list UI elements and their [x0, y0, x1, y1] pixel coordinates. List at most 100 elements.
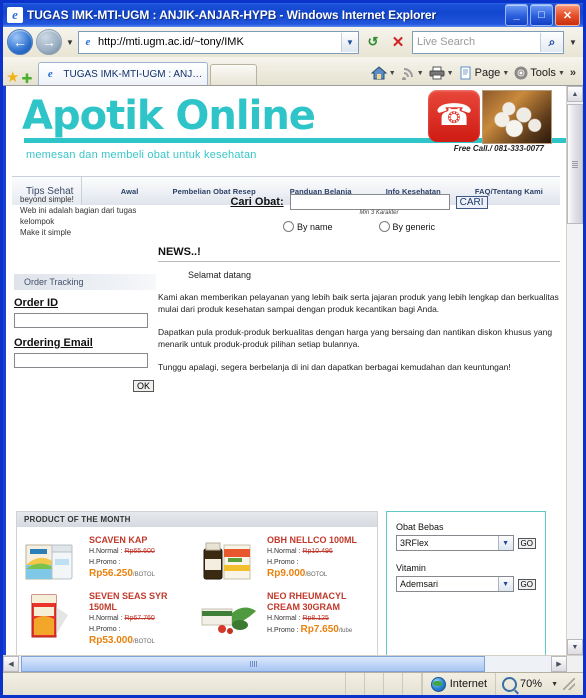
page-label: Page	[474, 67, 501, 79]
search-hint: Min 3 Karakter	[359, 210, 399, 216]
zoom-caret-icon[interactable]: ▼	[545, 681, 558, 688]
product-normal-price: Rp65.600	[124, 548, 155, 555]
promo-price-label: H.Promo :	[267, 627, 299, 634]
close-button[interactable]: ✕	[555, 4, 580, 26]
cari-button[interactable]: CARI	[455, 195, 488, 209]
obat-bebas-go-button[interactable]: GO	[517, 537, 536, 549]
stop-button[interactable]: ✕	[387, 31, 409, 53]
product-name: OBH NELLCO 100ML	[267, 535, 358, 545]
home-button[interactable]: ▼	[369, 66, 398, 80]
radio-by-name-circle-icon[interactable]	[282, 221, 294, 232]
print-button[interactable]: ▼	[427, 66, 456, 80]
zoom-control[interactable]: 70% ▼	[495, 673, 583, 695]
blurb-line-1: beyond simple!	[20, 195, 74, 204]
print-caret-icon[interactable]: ▼	[447, 70, 454, 77]
chevron-down-icon[interactable]: ▼	[497, 577, 513, 591]
address-bar: ← → ▼ e http://mti.ugm.ac.id/~tony/IMK ▼…	[3, 27, 583, 57]
search-icon[interactable]: ⌕	[540, 32, 563, 52]
search-provider-dropdown-icon[interactable]: ▼	[567, 38, 579, 47]
browser-tab[interactable]: e TUGAS IMK-MTI-UGM : ANJIK-AN...	[38, 62, 209, 85]
blurb-line-4: Make it simple	[20, 228, 72, 237]
product-info: OBH NELLCO 100ML H.Normal : Rp10.496 H.P…	[267, 535, 372, 583]
obat-bebas-select[interactable]: 3RFlex ▼	[396, 535, 514, 551]
radio-by-name[interactable]: By name	[282, 221, 333, 232]
product-info: SEVEN SEAS SYR 150ML H.Normal : Rp67.760…	[89, 591, 194, 648]
apotik-online-site: Apotik Online memesan dan membeli obat u…	[6, 86, 566, 655]
tools-menu-button[interactable]: Tools ▼	[512, 66, 567, 80]
vitamin-select[interactable]: Ademsari ▼	[396, 576, 514, 592]
pills-photo	[482, 90, 552, 144]
obat-bebas-row: 3RFlex ▼ GO	[396, 535, 536, 551]
history-dropdown-icon[interactable]: ▼	[65, 38, 75, 47]
horizontal-scroll-track[interactable]	[19, 656, 551, 672]
url-dropdown-icon[interactable]: ▼	[341, 32, 358, 52]
order-id-input[interactable]	[14, 313, 148, 328]
maximize-button[interactable]: □	[530, 4, 553, 26]
vertical-scroll-thumb[interactable]	[567, 104, 583, 224]
product-promo-price-row: H.Promo : Rp7.650/tube	[267, 624, 372, 637]
product-card[interactable]: OBH NELLCO 100ML H.Normal : Rp10.496 H.P…	[197, 531, 375, 587]
product-card[interactable]: SCAVEN KAP H.Normal : Rp65.600 H.Promo :…	[19, 531, 197, 587]
horizontal-scroll-thumb[interactable]	[21, 656, 485, 672]
scroll-up-button[interactable]: ▲	[567, 86, 583, 102]
radio-by-name-label: By name	[296, 221, 333, 232]
horizontal-scrollbar[interactable]: ◀ ▶	[3, 655, 583, 672]
radio-by-generic[interactable]: By generic	[378, 221, 435, 232]
page-menu-button[interactable]: Page ▼	[457, 66, 512, 80]
main-content: Cari Obat: CARI Min 3 Karakter By name B…	[158, 190, 560, 373]
vertical-scroll-track[interactable]	[567, 102, 583, 639]
cari-obat-input[interactable]	[289, 194, 450, 210]
url-bar[interactable]: e http://mti.ugm.ac.id/~tony/IMK ▼	[78, 30, 359, 54]
scroll-down-button[interactable]: ▼	[567, 639, 583, 655]
blurb-line-3: kelompok	[20, 217, 55, 226]
product-normal-price-row: H.Normal : Rp65.600	[89, 547, 194, 557]
ordering-email-input[interactable]	[14, 353, 148, 368]
page-caret-icon[interactable]: ▼	[502, 70, 509, 77]
chevron-down-icon[interactable]: ▼	[497, 536, 513, 550]
vitamin-go-button[interactable]: GO	[517, 578, 536, 590]
search-mode-radios: By name By generic	[158, 221, 560, 232]
scroll-right-button[interactable]: ▶	[551, 656, 567, 672]
security-zone[interactable]: Internet	[421, 673, 495, 695]
new-tab-button[interactable]	[210, 64, 258, 85]
ok-button[interactable]: OK	[132, 380, 154, 392]
back-button[interactable]: ←	[7, 29, 33, 55]
scroll-grip-icon	[249, 661, 257, 667]
refresh-button[interactable]: ↺	[362, 31, 384, 53]
resize-grip-icon[interactable]	[563, 678, 575, 690]
forward-button[interactable]: →	[36, 29, 62, 55]
status-pane-3	[384, 673, 403, 695]
product-card[interactable]: SEVEN SEAS SYR 150ML H.Normal : Rp67.760…	[19, 587, 197, 652]
live-search-input[interactable]: Live Search ⌕	[412, 30, 564, 54]
product-image-obh-nellco	[203, 542, 251, 580]
minimize-button[interactable]: _	[505, 4, 528, 26]
scroll-left-button[interactable]: ◀	[3, 656, 19, 672]
radio-by-generic-circle-icon[interactable]	[378, 221, 390, 232]
product-card[interactable]: NEO RHEUMACYL CREAM 30GRAM H.Normal : Rp…	[197, 587, 375, 652]
news-paragraph-2: Dapatkan pula produk-produk berkualitas …	[158, 327, 553, 349]
product-unit: /BOTOL	[132, 572, 155, 578]
rss-icon	[401, 68, 413, 80]
product-info: SCAVEN KAP H.Normal : Rp65.600 H.Promo :…	[89, 535, 194, 583]
sidebar-blurb: beyond simple! Web ini adalah bagian dar…	[20, 194, 156, 238]
home-caret-icon[interactable]: ▼	[389, 70, 396, 77]
order-tracking-header: Order Tracking	[14, 274, 156, 290]
status-pane-1	[346, 673, 365, 695]
product-unit: /tube	[338, 628, 353, 634]
status-pane-4	[403, 673, 422, 695]
vertical-scrollbar[interactable]: ▲ ▼	[566, 86, 583, 655]
tools-caret-icon[interactable]: ▼	[558, 70, 565, 77]
url-text: http://mti.ugm.ac.id/~tony/IMK	[98, 36, 244, 48]
product-promo-price: Rp7.650	[300, 624, 339, 635]
product-info: NEO RHEUMACYL CREAM 30GRAM H.Normal : Rp…	[267, 591, 372, 648]
status-pane-2	[365, 673, 384, 695]
potm-heading: PRODUCT OF THE MONTH	[17, 512, 377, 527]
toolbar-overflow-icon[interactable]: »	[568, 67, 578, 79]
ordering-email-label: Ordering Email	[14, 337, 93, 349]
product-unit: /BOTOL	[305, 572, 328, 578]
feeds-button[interactable]: ▼	[399, 66, 426, 80]
add-favorite-icon[interactable]: ✚	[21, 72, 32, 85]
product-promo-price: Rp9.000	[267, 568, 306, 579]
favorites-star-icon[interactable]: ★	[6, 70, 19, 85]
product-image-scaven-kap	[25, 544, 73, 580]
